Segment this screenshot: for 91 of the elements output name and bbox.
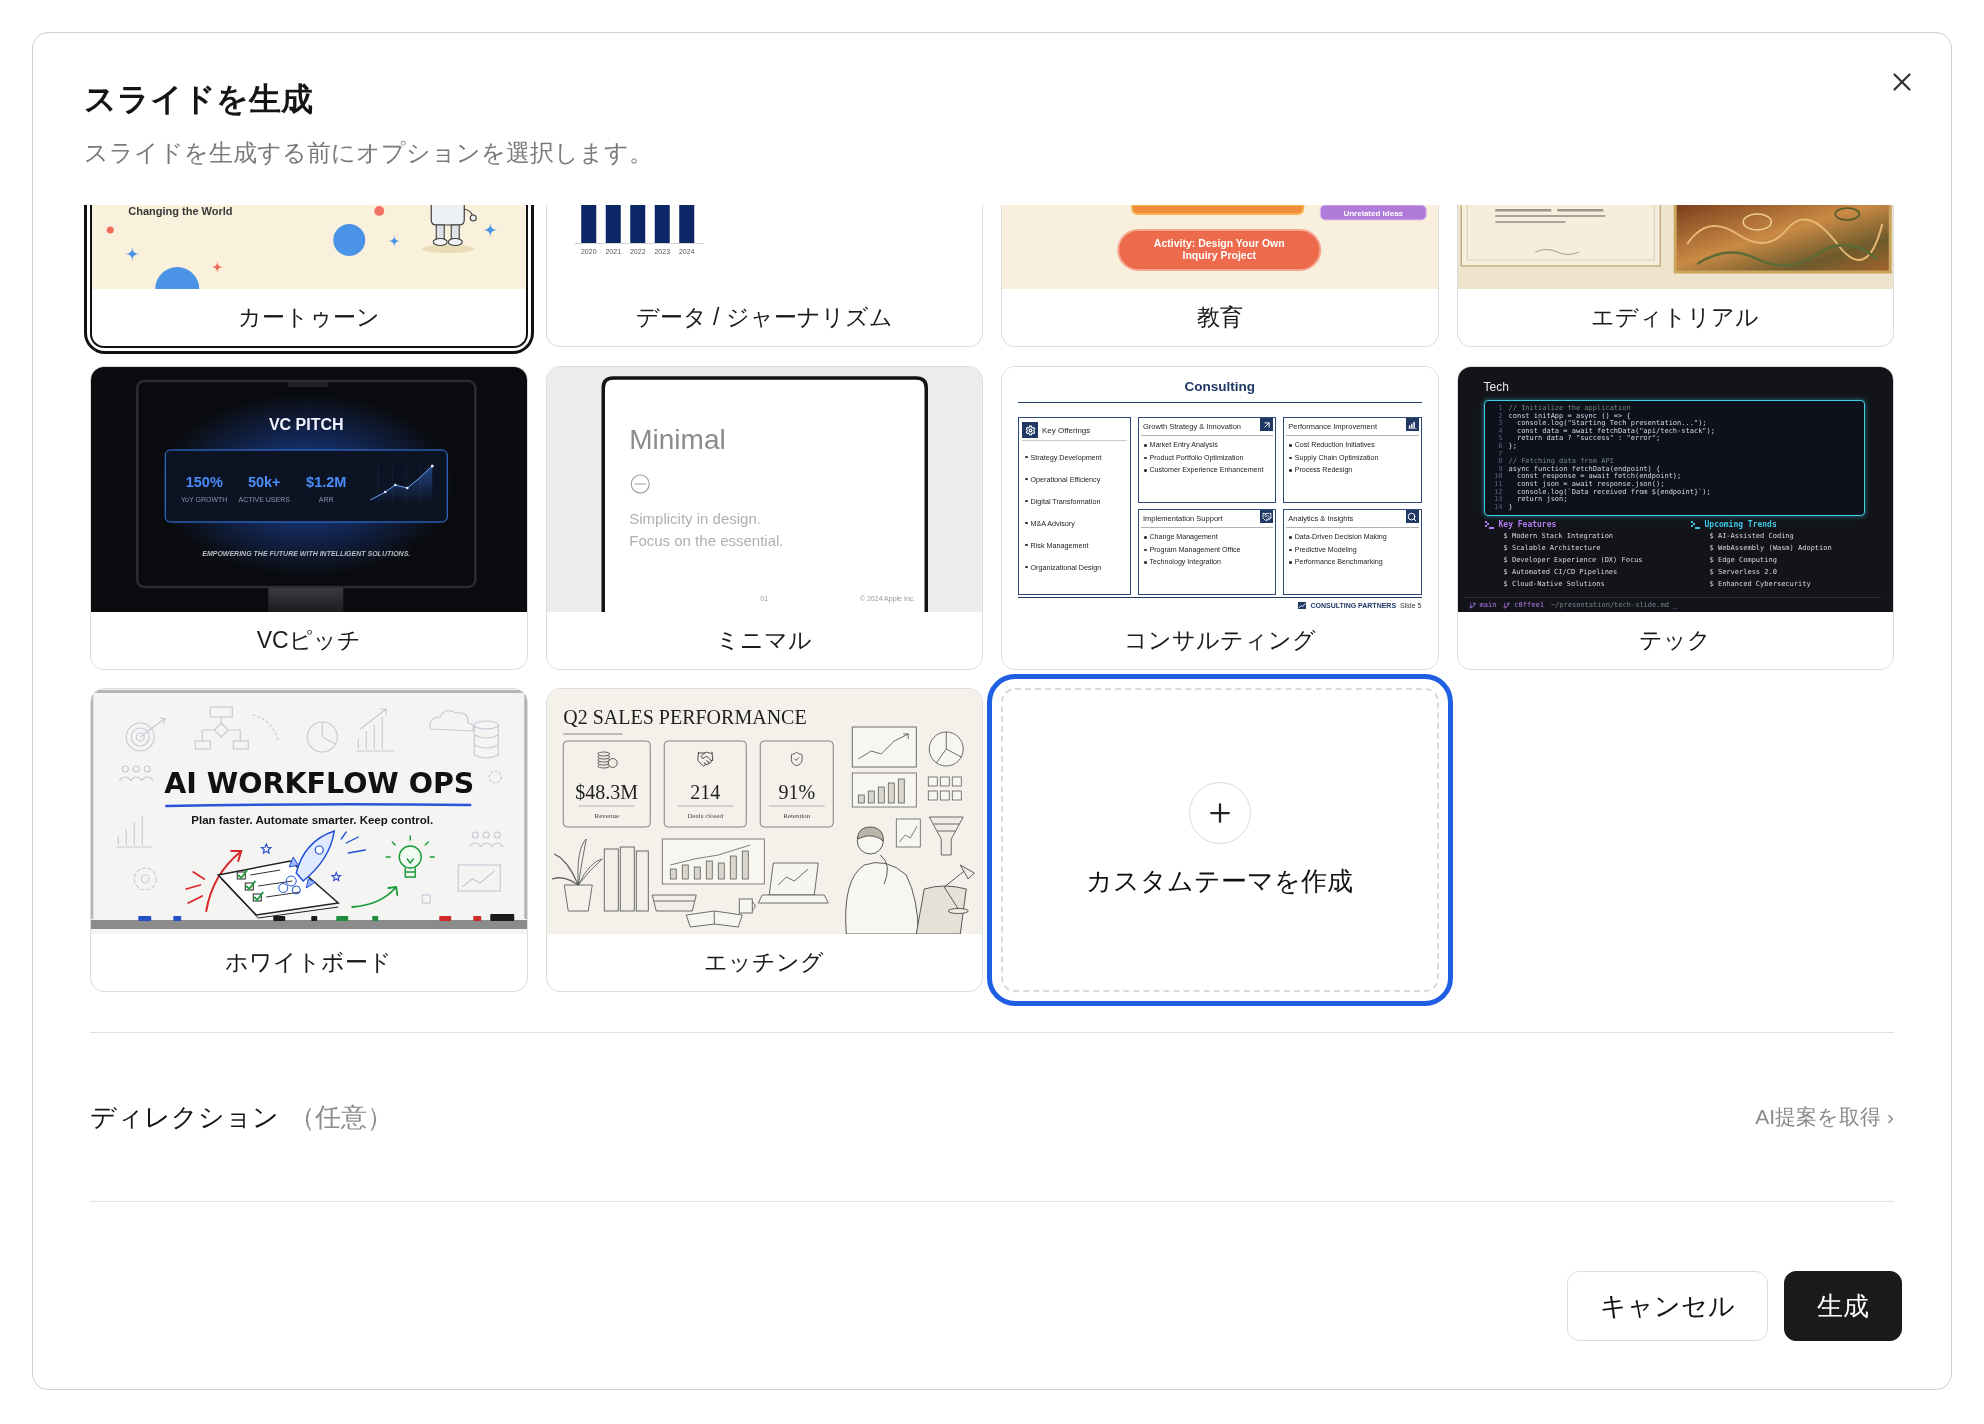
stat-value: $1.2M: [306, 474, 347, 490]
bullet-icon: [1289, 548, 1292, 551]
bullet-icon: [1289, 561, 1292, 564]
slide-subtitle: Plan faster. Automate smarter. Keep control.: [191, 814, 434, 826]
mug-drawing: [738, 898, 756, 914]
slide-text: Focus on the essential.: [628, 532, 783, 549]
handshake-icon: [697, 752, 713, 766]
dot-icon: [106, 226, 114, 234]
bar-chart-drawing: [851, 772, 917, 808]
handshake-icon: [1260, 510, 1274, 523]
line-chart-drawing: [369, 464, 434, 503]
minus-circle-icon: [630, 474, 650, 494]
theme-card[interactable]: Unrelated Ideas Activity: Design Your Own Inquiry Project 教育: [1001, 205, 1439, 347]
logo-icon: [1298, 601, 1307, 609]
theme-card[interactable]: Changing the World カートゥーン: [84, 205, 534, 354]
bullet-icon: [1025, 477, 1028, 481]
circle-decoration: [333, 224, 366, 256]
bullet-icon: [1144, 444, 1147, 447]
pie-chart-drawing: [928, 731, 964, 767]
coins-icon: [596, 751, 618, 769]
sticky-notes-drawing: [927, 776, 962, 801]
dot-icon: [374, 206, 385, 216]
dialog-subtitle: スライドを生成する前にオプションを選択します。: [84, 138, 654, 168]
branch-icon: [1468, 601, 1476, 609]
notebook-drawing: [685, 910, 743, 928]
chart-bar: [629, 205, 645, 243]
bar-chart-icon: [1405, 418, 1419, 431]
section-heading: Key Features: [1498, 520, 1557, 531]
panel-heading: Key Offerings: [1042, 425, 1091, 435]
funnel-drawing: [928, 816, 964, 856]
chair-drawing: [915, 885, 967, 934]
chart-bar: [654, 205, 670, 243]
slide-caption: Changing the World: [128, 205, 233, 217]
section-heading: Upcoming Trends: [1704, 520, 1777, 531]
curved-arrow-drawing: [205, 850, 243, 912]
bullet-icon: [1144, 548, 1147, 551]
theme-card[interactable]: AI WORKFLOW OPS Plan faster. Automate smarter. Keep control. ホワイトボード: [90, 688, 528, 992]
generate-button[interactable]: 生成: [1784, 1271, 1902, 1341]
search-icon: [1405, 510, 1419, 523]
chart-bar: [605, 205, 621, 243]
theme-card[interactable]: エディトリアル: [1456, 205, 1894, 347]
bullet-icon: [1025, 565, 1028, 569]
line-chart-drawing: [895, 818, 921, 848]
slide-title: Minimal: [628, 424, 726, 455]
star-icon: [330, 871, 342, 882]
bullet-icon: [1025, 521, 1028, 525]
bullet-icon: [1289, 456, 1292, 459]
bullet-icon: [1144, 536, 1147, 539]
chart-bar: [580, 205, 596, 243]
bullet-icon: [1289, 444, 1292, 447]
slide-title: Consulting: [1184, 378, 1255, 394]
stat-value: 91%: [777, 781, 815, 803]
stat-value: 150%: [185, 474, 223, 490]
paper-tray-drawing: [651, 894, 697, 912]
line-chart-drawing: [851, 726, 917, 768]
stat-value: $48.3M: [574, 781, 638, 803]
bullet-icon: [1289, 469, 1292, 472]
slide-title: Q2 SALES PERFORMANCE: [562, 706, 807, 728]
ai-suggestion-link[interactable]: AI提案を取得 ›: [1755, 1103, 1894, 1131]
star-icon: [260, 842, 273, 855]
binders-drawing: [603, 846, 649, 912]
gear-icon: [1022, 422, 1038, 438]
chart-bar: [678, 205, 694, 243]
burst-lines-drawing: [185, 871, 206, 904]
slide-title: Tech: [1483, 380, 1509, 394]
bullet-icon: [1144, 469, 1147, 472]
direction-toggle[interactable]: ディレクション （任意）: [90, 1100, 393, 1134]
shield-check-icon: [790, 752, 802, 766]
slide-text: Simplicity in design.: [628, 510, 761, 527]
bullet-icon: [1025, 543, 1028, 547]
branch-icon: [1503, 601, 1511, 609]
curved-arrow-drawing: [351, 886, 399, 908]
semicircle-decoration: [155, 267, 200, 289]
bullet-icon: [1025, 455, 1028, 459]
lightbulb-drawing: [385, 835, 435, 878]
slide-title: VC PITCH: [268, 416, 344, 433]
bullet-icon: [1144, 456, 1147, 459]
laptop-drawing: [757, 862, 829, 904]
desk-lamp-drawing: [943, 864, 975, 914]
stat-value: 214: [689, 781, 720, 803]
bullet-icon: [1289, 536, 1292, 539]
stat-value: 50k+: [247, 474, 281, 490]
robot-drawing: [422, 205, 477, 253]
bullet-icon: [1025, 499, 1028, 503]
slide-title: AI WORKFLOW OPS: [164, 767, 475, 800]
cancel-button[interactable]: キャンセル: [1567, 1271, 1768, 1341]
dialog-title: スライドを生成: [84, 80, 314, 119]
bullet-icon: [1144, 561, 1147, 564]
tag-badge: Unrelated Ideas: [1319, 205, 1427, 221]
activity-badge: Activity: Design Your Own Inquiry Project: [1117, 229, 1322, 271]
create-custom-theme-button[interactable]: カスタムテーマを作成: [987, 674, 1453, 1006]
